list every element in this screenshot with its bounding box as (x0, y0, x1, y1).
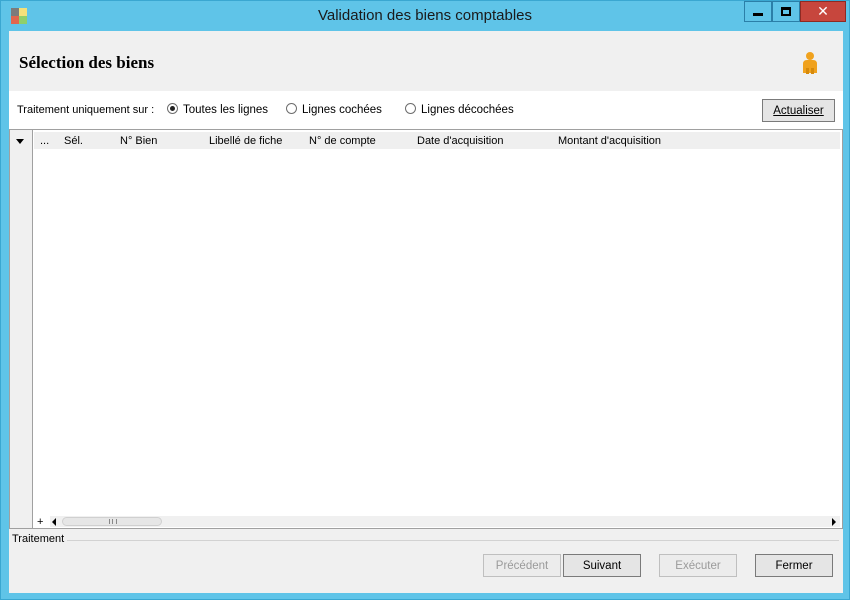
maximize-icon (781, 7, 791, 16)
maximize-button[interactable] (772, 1, 800, 22)
window-title: Validation des biens comptables (317, 7, 533, 24)
add-row-button[interactable]: + (37, 516, 43, 528)
radio-label: Lignes cochées (302, 104, 382, 116)
row-header-column (10, 130, 33, 528)
horizontal-scrollbar[interactable] (50, 516, 840, 527)
app-window: Validation des biens comptables ✕ Sélect… (0, 0, 850, 600)
previous-button[interactable]: Précédent (483, 554, 561, 577)
column-header-selection[interactable]: Sél. (64, 135, 83, 147)
column-header-acquisition-date[interactable]: Date d'acquisition (417, 135, 504, 147)
header-panel: Sélection des biens (9, 31, 843, 91)
page-title: Sélection des biens (19, 53, 155, 72)
scroll-left-icon[interactable] (52, 518, 56, 526)
radio-all-lines[interactable]: Toutes les lignes (167, 102, 269, 116)
close-button[interactable]: Fermer (755, 554, 833, 577)
next-button[interactable]: Suivant (563, 554, 641, 577)
radio-unselected-icon (286, 102, 297, 114)
dropdown-arrow-icon[interactable] (16, 139, 24, 144)
title-bar[interactable]: Validation des biens comptables ✕ (1, 1, 849, 31)
close-icon: ✕ (817, 3, 829, 20)
grid-header: ... Sél. N° Bien Libellé de fiche N° de … (34, 132, 840, 149)
scroll-thumb[interactable] (62, 517, 162, 526)
group-divider (67, 540, 839, 541)
filter-bar: Traitement uniquement sur : Toutes les l… (9, 91, 843, 129)
execute-button[interactable]: Exécuter (659, 554, 737, 577)
scroll-right-icon[interactable] (832, 518, 836, 526)
client-area: Sélection des biens Traitement uniquemen… (9, 31, 843, 593)
column-header-more[interactable]: ... (40, 135, 49, 147)
refresh-button[interactable]: Actualiser (762, 99, 835, 122)
radio-label: Lignes décochées (421, 104, 514, 116)
minimize-icon (753, 13, 763, 16)
column-header-acquisition-amount[interactable]: Montant d'acquisition (558, 135, 661, 147)
minimize-button[interactable] (744, 1, 772, 22)
user-icon (803, 52, 817, 74)
radio-unchecked-lines[interactable]: Lignes décochées (405, 102, 514, 116)
grip-icon (109, 519, 117, 524)
traitement-group-label: Traitement (12, 533, 65, 545)
radio-unselected-icon (405, 102, 416, 114)
column-header-account-number[interactable]: N° de compte (309, 135, 376, 147)
radio-selected-icon (167, 102, 178, 114)
radio-checked-lines[interactable]: Lignes cochées (286, 102, 382, 116)
radio-label: Toutes les lignes (183, 104, 269, 116)
assets-grid[interactable]: ... Sél. N° Bien Libellé de fiche N° de … (9, 129, 843, 529)
column-header-label[interactable]: Libellé de fiche (209, 135, 282, 147)
column-header-asset-number[interactable]: N° Bien (120, 135, 157, 147)
close-window-button[interactable]: ✕ (800, 1, 846, 22)
filter-label: Traitement uniquement sur : (17, 104, 155, 116)
